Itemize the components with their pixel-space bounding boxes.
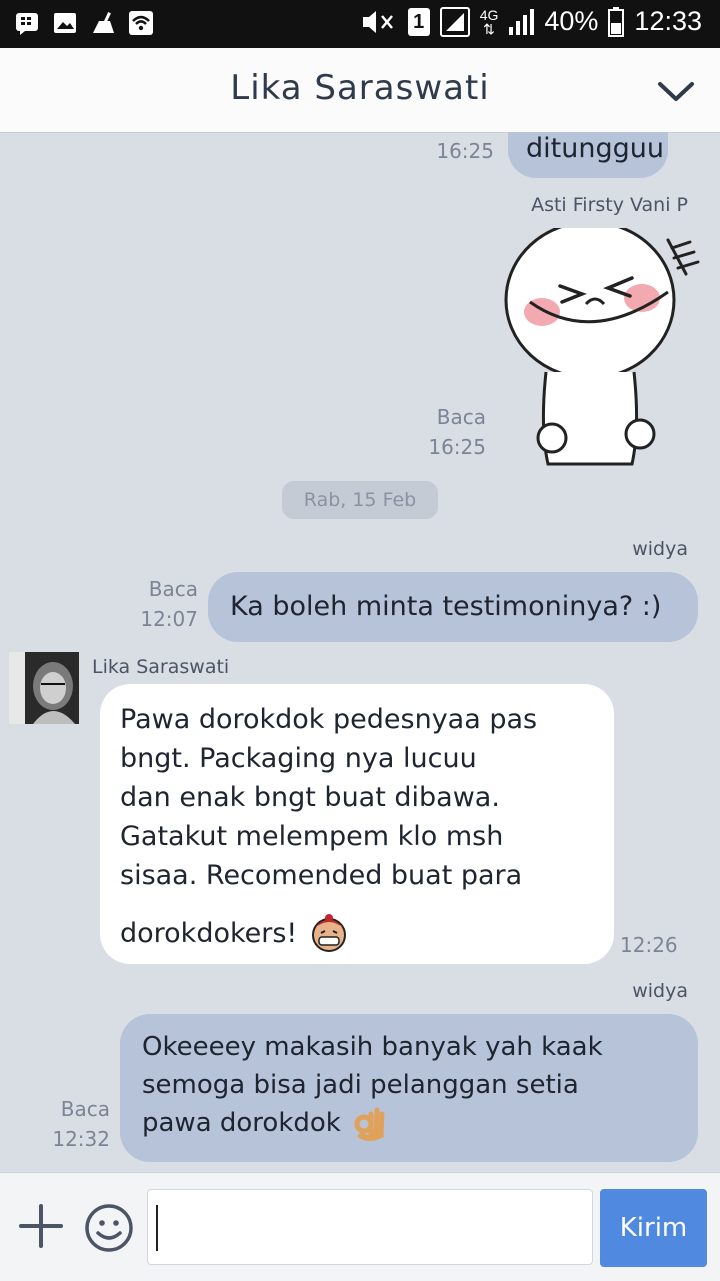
clock: 12:33 [634, 6, 702, 36]
date-separator: Rab, 15 Feb [282, 481, 438, 519]
message-bubble-outgoing[interactable]: Okeeeey makasih banyak yah kaak semoga b… [120, 1014, 698, 1162]
send-button[interactable]: Kirim [600, 1189, 707, 1267]
message-text: Pawa dorokdok pedesnyaa pas bngt. Packag… [120, 700, 537, 953]
message-time: 16:25 [436, 139, 494, 163]
message-meta: 16:25 [420, 136, 494, 166]
signal-icon [509, 8, 535, 35]
read-status: Baca [60, 1097, 110, 1121]
message-time: 16:25 [428, 435, 486, 459]
message-input-bar: Kirim [0, 1172, 720, 1281]
sender-name: Asti Firsty Vani P [531, 194, 688, 216]
emoji-icon[interactable] [84, 1203, 134, 1253]
text-cursor [156, 1205, 158, 1251]
message-bubble-incoming[interactable]: Pawa dorokdok pedesnyaa pas bngt. Packag… [100, 684, 614, 964]
gallery-icon [54, 13, 76, 33]
chevron-down-icon[interactable] [656, 76, 696, 106]
sticker-image[interactable] [500, 228, 710, 472]
read-status: Baca [148, 577, 198, 601]
cleaner-icon [93, 12, 114, 33]
message-bubble-outgoing[interactable]: Ka boleh minta testimoninya? :) [208, 572, 698, 642]
avatar[interactable] [9, 652, 79, 724]
message-meta: Baca 12:32 [42, 1094, 110, 1154]
message-input[interactable] [147, 1189, 593, 1265]
mute-icon [362, 10, 393, 33]
message-meta: Baca 16:25 [420, 402, 486, 462]
status-bar: 1 4G ⇅ 40% 12:33 [0, 0, 720, 48]
ok-hand-emoji-icon [354, 1107, 385, 1141]
message-text: ditungguu [526, 133, 664, 164]
battery-percent: 40% [544, 6, 599, 36]
message-text: Ka boleh minta testimoninya? :) [230, 591, 662, 622]
network-type: 4G ⇅ [479, 6, 499, 37]
message-text: Okeeeey makasih banyak yah kaak semoga b… [142, 1028, 603, 1142]
sender-name: Lika Saraswati [92, 656, 230, 678]
chat-title: Lika Saraswati [230, 68, 490, 108]
message-bubble-outgoing[interactable]: ditungguu [508, 132, 668, 178]
read-status: Baca [436, 405, 486, 429]
laughing-face-emoji-icon [312, 914, 347, 952]
sim-indicator: 1 [407, 7, 430, 36]
message-meta: Baca 12:07 [130, 574, 198, 634]
sender-name: widya [632, 538, 688, 560]
signal-sim1-icon [439, 6, 470, 37]
avatar-photo [9, 652, 79, 724]
battery-icon [608, 6, 625, 37]
message-time: 12:26 [620, 933, 678, 957]
message-time: 12:32 [52, 1127, 110, 1151]
plus-icon[interactable] [18, 1203, 64, 1249]
sticker-character [504, 228, 700, 466]
message-time: 12:07 [140, 607, 198, 631]
sender-name: widya [632, 980, 688, 1002]
bbm-icon [16, 13, 38, 35]
chat-area[interactable]: 16:25 ditungguu Asti Firsty Vani P Baca … [0, 132, 720, 1172]
wifi-icon [129, 11, 153, 35]
chat-header: Lika Saraswati [0, 48, 720, 133]
